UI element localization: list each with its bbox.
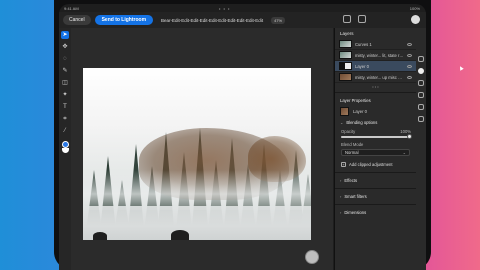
eyedropper-tool-icon[interactable]: ⁄ [61, 127, 69, 135]
lasso-tool-icon[interactable]: ◌ [61, 55, 69, 63]
delete-layer-icon[interactable] [418, 116, 424, 122]
status-time: 9:41 AM [64, 6, 79, 11]
document-title[interactable]: Bear-Edit-Edit-Edit-Edit-Edit-Edit-Edit-… [161, 18, 263, 23]
divider [335, 204, 416, 205]
ipad-frame: 9:41 AM • • • 100% Cancel Send to Lightr… [54, 0, 431, 270]
chevron-right-icon: › [340, 210, 342, 215]
blend-mode-row: Blend Mode [335, 141, 416, 148]
effects-header[interactable]: › Effects [335, 175, 416, 186]
layer-name: misty, winter... up misc style [355, 74, 404, 80]
brush-tool-icon[interactable]: ✎ [61, 67, 69, 75]
layer-row-selected[interactable]: Layer 0 [335, 61, 416, 72]
chevron-right-icon: › [340, 178, 342, 183]
send-to-lightroom-button[interactable]: Send to Lightroom [94, 15, 154, 25]
plus-icon: + [341, 162, 346, 167]
blending-options-label: Blending options [346, 120, 378, 125]
panel-icon-column [416, 52, 426, 270]
eraser-tool-icon[interactable]: ◫ [61, 79, 69, 87]
layer-thumbnail [339, 62, 352, 70]
help-icon[interactable] [411, 15, 420, 24]
chevron-right-icon: › [340, 194, 342, 199]
pointer-cursor-icon [458, 65, 464, 71]
opacity-slider[interactable] [341, 134, 412, 139]
eye-icon[interactable] [407, 53, 412, 57]
add-clipped-adjustment-label: Add clipped adjustment [349, 162, 393, 167]
selected-layer-info: Layer 0 [335, 106, 416, 117]
tool-bar: ➤ ✥ ◌ ✎ ◫ ✦ T ⌗ ⁄ [59, 28, 71, 270]
layer-name: Curves 1 [355, 41, 372, 47]
chevron-down-icon: ⌄ [340, 120, 344, 125]
layer-row[interactable]: misty, winter... up misc style [335, 72, 416, 83]
foreground-color-swatch[interactable] [61, 141, 69, 148]
properties-icon[interactable] [418, 104, 424, 110]
canvas-area[interactable] [71, 28, 333, 270]
opacity-row: Opacity 100% [335, 128, 416, 135]
layer-thumbnail [339, 73, 352, 81]
add-clipped-adjustment-button[interactable]: + Add clipped adjustment [335, 159, 416, 170]
type-tool-icon[interactable]: T [61, 103, 69, 111]
fog-layer [83, 170, 311, 210]
app-screen: 9:41 AM • • • 100% Cancel Send to Lightr… [59, 4, 426, 270]
touch-shortcut-button[interactable] [305, 250, 319, 264]
cancel-button[interactable]: Cancel [63, 15, 91, 25]
zoom-level[interactable]: 47% [271, 16, 286, 24]
blend-mode-select[interactable]: Normal ⌄ [341, 149, 410, 156]
layers-title: Layers [340, 31, 354, 36]
right-panel: Layers Curves 1 misty, winter... lit, st… [334, 28, 426, 270]
top-bar: Cancel Send to Lightroom Bear-Edit-Edit-… [59, 12, 426, 28]
crop-tool-icon[interactable]: ⌗ [61, 115, 69, 123]
undo-icon[interactable] [343, 15, 351, 23]
opacity-label: Opacity [341, 129, 356, 134]
chevron-down-icon: ⌄ [402, 150, 406, 155]
blend-mode-value: Normal [345, 150, 359, 155]
layer-row[interactable]: Curves 1 [335, 39, 416, 50]
eye-icon[interactable] [407, 75, 412, 79]
multitask-dots[interactable]: • • • [219, 6, 230, 11]
blending-options-header[interactable]: ⌄ Blending options [335, 117, 416, 128]
opacity-slider-handle[interactable] [407, 134, 412, 139]
smart-filters-label: Smart filters [344, 194, 367, 199]
dimensions-header[interactable]: › Dimensions [335, 207, 416, 218]
move-tool-icon[interactable]: ✥ [61, 43, 69, 51]
layer-thumbnail [340, 107, 349, 116]
clone-tool-icon[interactable]: ✦ [61, 91, 69, 99]
divider [335, 92, 416, 93]
background-color-swatch[interactable] [61, 148, 69, 153]
blend-mode-label: Blend Mode [341, 142, 364, 147]
eye-icon[interactable] [407, 42, 412, 46]
select-tool-icon[interactable]: ➤ [61, 31, 69, 39]
add-layer-icon[interactable] [418, 68, 424, 74]
mask-icon[interactable] [418, 80, 424, 86]
status-bar: 9:41 AM • • • 100% [59, 4, 426, 12]
share-icon[interactable] [358, 15, 366, 23]
layer-thumbnail [339, 51, 352, 59]
top-actions [343, 15, 366, 23]
selected-layer-name: Layer 0 [353, 109, 367, 114]
battery-indicator: 100% [409, 6, 420, 11]
layer-name: Layer 0 [355, 63, 369, 69]
layer-thumbnail [339, 40, 352, 48]
snow-ground [83, 206, 311, 240]
adjustment-icon[interactable] [418, 92, 424, 98]
layer-row[interactable]: misty, winter... lit, state row [335, 50, 416, 61]
divider [335, 188, 416, 189]
effects-label: Effects [344, 178, 358, 183]
layer-properties-title: Layer Properties [340, 98, 371, 103]
dimensions-label: Dimensions [344, 210, 367, 215]
smart-filters-header[interactable]: › Smart filters [335, 191, 416, 202]
layer-name: misty, winter... lit, state row [355, 52, 404, 58]
double-exposure-artwork[interactable] [83, 68, 311, 240]
eye-icon[interactable] [407, 64, 412, 68]
divider [335, 172, 416, 173]
layers-panel-icon[interactable] [418, 56, 424, 62]
more-layers-handle[interactable]: • • • [335, 83, 416, 90]
